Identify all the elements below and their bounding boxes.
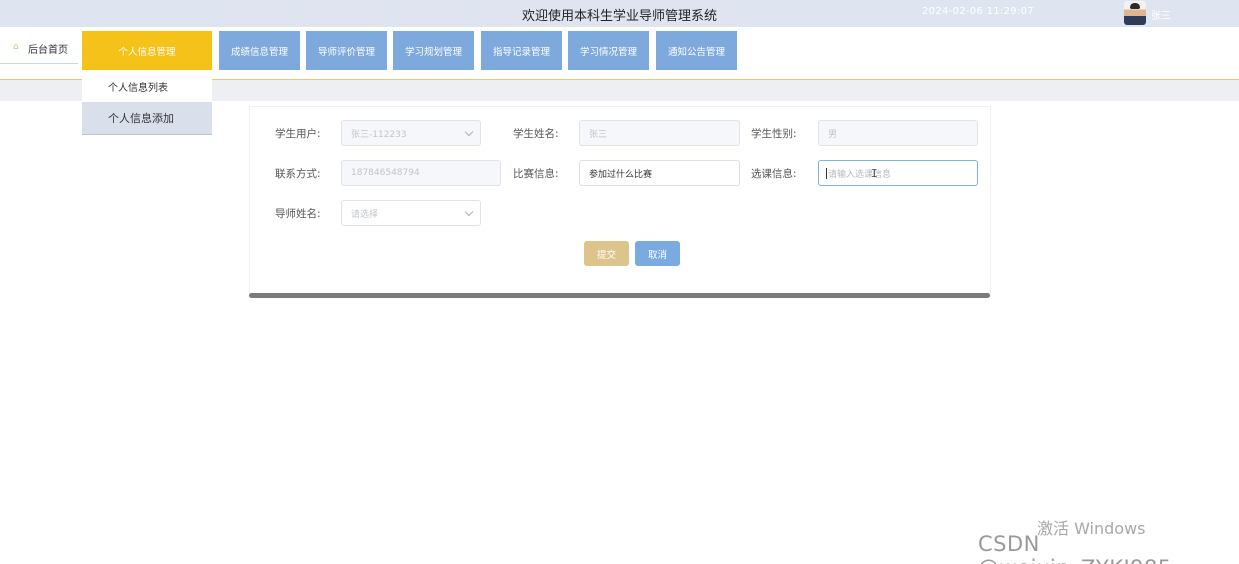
top-header: 欢迎使用本科生学业导师管理系统 2024-02-06 11:29:07 张三 <box>0 0 1239 27</box>
tutor-name-placeholder: 请选择 <box>351 209 379 220</box>
course-input[interactable]: 请输入选课信息 I <box>818 160 978 186</box>
nav-tutor-evaluation[interactable]: 导师评价管理 <box>306 31 387 70</box>
tutor-name-select[interactable]: 请选择 <box>341 200 481 226</box>
home-link[interactable]: ⌂ 后台首页 <box>0 30 78 64</box>
student-gender-field[interactable]: 男 <box>818 120 978 146</box>
tutor-name-label: 导师姓名: <box>275 208 321 220</box>
competition-input[interactable]: 参加过什么比赛 <box>579 160 740 186</box>
contact-label: 联系方式: <box>275 168 321 180</box>
chevron-down-icon <box>464 127 474 137</box>
personal-info-submenu: 个人信息列表 个人信息添加 <box>82 70 212 135</box>
submenu-item-list[interactable]: 个人信息列表 <box>82 70 212 102</box>
username[interactable]: 张三 <box>1151 7 1171 22</box>
nav-notice[interactable]: 通知公告管理 <box>656 31 737 70</box>
nav-study-status[interactable]: 学习情况管理 <box>568 31 649 70</box>
nav-study-plan[interactable]: 学习规划管理 <box>393 31 474 70</box>
student-user-select[interactable]: 张三-112233 <box>341 120 481 146</box>
home-icon: ⌂ <box>13 42 19 52</box>
text-caret <box>826 167 827 179</box>
contact-value: 18784654879​4 <box>351 168 420 178</box>
avatar[interactable] <box>1124 1 1146 25</box>
datetime-display: 2024-02-06 11:29:07 <box>922 6 1034 17</box>
student-user-value: 张三-112233 <box>351 129 407 140</box>
student-gender-label: 学生性别: <box>751 128 797 140</box>
csdn-watermark: CSDN @weixin_ZYKJ985 <box>978 532 1171 564</box>
course-label: 选课信息: <box>751 168 797 180</box>
submenu-item-add[interactable]: 个人信息添加 <box>82 102 212 135</box>
student-name-field[interactable]: 张三 <box>579 120 740 146</box>
ibeam-cursor-icon: I <box>871 167 878 180</box>
cancel-button[interactable]: 取消 <box>635 241 680 266</box>
chevron-down-icon <box>464 207 474 217</box>
nav-grades[interactable]: 成绩信息管理 <box>219 31 300 70</box>
horizontal-scrollbar[interactable] <box>249 293 990 298</box>
contact-field[interactable]: 18784654879​4 <box>341 160 501 186</box>
nav-personal-info[interactable]: 个人信息管理 <box>82 31 212 70</box>
system-title: 欢迎使用本科生学业导师管理系统 <box>521 9 717 24</box>
course-placeholder: 请输入选课信息 <box>828 169 892 180</box>
competition-label: 比赛信息: <box>513 168 559 180</box>
student-user-label: 学生用户: <box>275 128 321 140</box>
student-name-label: 学生姓名: <box>513 128 559 140</box>
student-name-value: 张三 <box>589 129 608 140</box>
student-gender-value: 男 <box>828 129 838 140</box>
competition-value: 参加过什么比赛 <box>589 169 653 180</box>
nav-guidance-record[interactable]: 指导记录管理 <box>481 31 562 70</box>
home-label: 后台首页 <box>28 45 68 56</box>
submit-button[interactable]: 提交 <box>584 241 629 266</box>
